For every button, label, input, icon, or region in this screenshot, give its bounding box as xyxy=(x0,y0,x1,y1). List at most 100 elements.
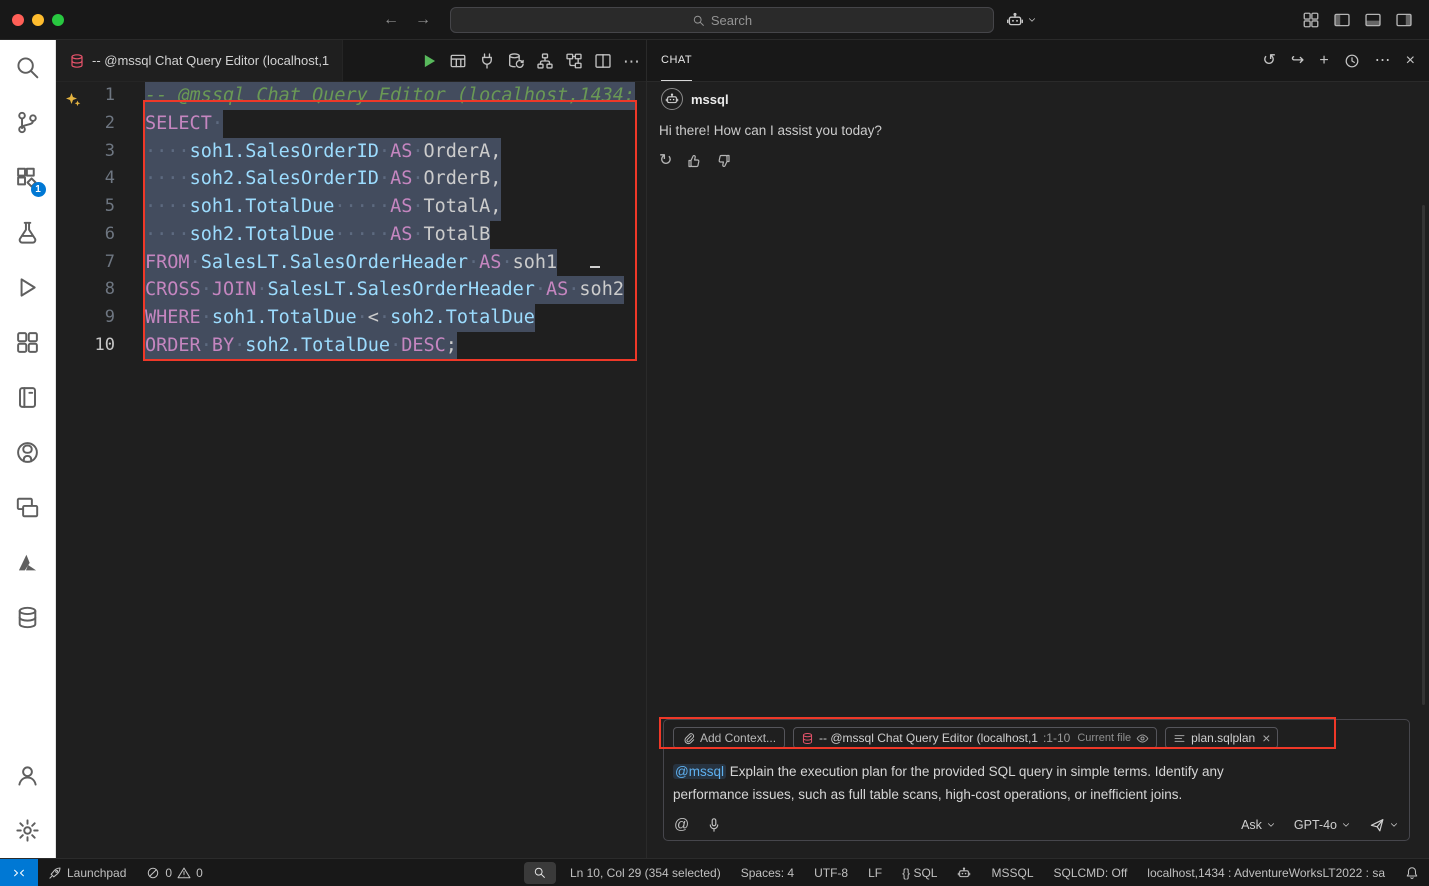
change-connection-icon[interactable] xyxy=(507,52,525,70)
activity-bar-item-notebook[interactable] xyxy=(4,370,52,425)
context-chip-editor[interactable]: -- @mssql Chat Query Editor (localhost,1… xyxy=(793,727,1157,749)
copilot-status[interactable] xyxy=(947,859,981,886)
query-plan-icon[interactable] xyxy=(565,52,583,70)
mode-dropdown[interactable]: Ask xyxy=(1241,818,1276,832)
activity-bar-item-account[interactable] xyxy=(4,748,52,803)
notebook-icon xyxy=(15,385,40,410)
code-line-9[interactable]: WHERE·soh1.TotalDue·<·soh2.TotalDue xyxy=(145,304,646,332)
undo-icon[interactable]: ↺ xyxy=(1263,53,1276,69)
close-panel-icon[interactable]: × xyxy=(1406,53,1415,69)
context-chip-status: Current file xyxy=(1077,732,1131,744)
prompt-text-line2: performance issues, such as full table s… xyxy=(673,787,1182,802)
code-line-4[interactable]: ····soh2.SalesOrderID·AS·OrderB, xyxy=(145,165,646,193)
indentation-status[interactable]: Spaces: 4 xyxy=(731,859,804,886)
context-chip-plan[interactable]: plan.sqlplan × xyxy=(1165,727,1278,749)
connection-status[interactable]: localhost,1434 : AdventureWorksLT2022 : … xyxy=(1137,859,1395,886)
tab-chat[interactable]: CHAT xyxy=(661,40,692,81)
encoding-status[interactable]: UTF-8 xyxy=(804,859,858,886)
close-window-button[interactable] xyxy=(12,14,24,26)
thumbs-down-icon[interactable] xyxy=(716,153,732,169)
rerun-icon[interactable]: ↻ xyxy=(659,153,672,169)
prompt-text-line1: Explain the execution plan for the provi… xyxy=(726,764,1224,779)
mssql-mention: @mssql xyxy=(673,764,726,779)
code-line-3[interactable]: ····soh1.SalesOrderID·AS·OrderA, xyxy=(145,138,646,166)
chat-input-text[interactable]: @mssql Explain the execution plan for th… xyxy=(673,760,1400,806)
toggle-secondary-sidebar-icon[interactable] xyxy=(1395,11,1413,29)
tab-title: -- @mssql Chat Query Editor (localhost,1 xyxy=(92,53,329,68)
chat-scrollbar[interactable] xyxy=(1422,205,1425,705)
schema-designer-icon[interactable] xyxy=(536,52,554,70)
cursor-position-status[interactable]: Ln 10, Col 29 (354 selected) xyxy=(560,859,731,886)
chevron-down-icon xyxy=(1027,15,1037,25)
connect-icon[interactable] xyxy=(478,52,496,70)
navigate-forward-icon[interactable]: → xyxy=(415,11,431,29)
eol-status[interactable]: LF xyxy=(858,859,892,886)
more-options-icon[interactable]: ⋯ xyxy=(1375,53,1391,69)
context-chip-label: -- @mssql Chat Query Editor (localhost,1 xyxy=(819,731,1038,745)
navigate-back-icon[interactable]: ← xyxy=(383,11,399,29)
code-line-10[interactable]: ORDER·BY·soh2.TotalDue·DESC; xyxy=(145,332,646,360)
remote-explorer-icon xyxy=(15,495,40,520)
language-mode-status[interactable]: {} SQL xyxy=(892,859,947,886)
remote-indicator[interactable] xyxy=(0,859,38,886)
activity-bar-item-search[interactable] xyxy=(4,40,52,95)
redo-icon[interactable]: ↪ xyxy=(1291,53,1304,69)
new-chat-icon[interactable]: + xyxy=(1319,53,1328,69)
eye-icon[interactable] xyxy=(1136,732,1149,745)
history-icon[interactable] xyxy=(1344,53,1360,69)
sqlcmd-status[interactable]: SQLCMD: Off xyxy=(1044,859,1138,886)
azure-icon xyxy=(15,550,40,575)
notifications-bell[interactable] xyxy=(1395,859,1429,886)
errors-icon xyxy=(146,866,160,880)
code-line-6[interactable]: ····soh2.TotalDue·····AS·TotalB xyxy=(145,221,646,249)
activity-bar-item-database[interactable] xyxy=(4,590,52,645)
activity-bar-item-settings[interactable] xyxy=(4,803,52,858)
activity-bar-item-azure[interactable] xyxy=(4,535,52,590)
activity-bar-item-remote-explorer[interactable] xyxy=(4,480,52,535)
message-text: Hi there! How can I assist you today? xyxy=(659,123,1417,138)
activity-bar-item-github[interactable] xyxy=(4,425,52,480)
show-results-icon[interactable] xyxy=(449,52,467,70)
code-editor[interactable]: 12345678910 -- @mssql Chat Query Editor … xyxy=(56,82,646,858)
warning-count: 0 xyxy=(196,866,203,880)
mssql-status[interactable]: MSSQL xyxy=(981,859,1043,886)
extensions-badge: 1 xyxy=(31,182,46,197)
mic-icon[interactable] xyxy=(706,817,722,833)
model-dropdown[interactable]: GPT-4o xyxy=(1294,818,1351,832)
run-query-button[interactable] xyxy=(420,52,438,70)
database-icon xyxy=(15,605,40,630)
copilot-menu-button[interactable] xyxy=(1006,0,1037,40)
code-line-2[interactable]: SELECT· xyxy=(145,110,646,138)
toggle-panel-icon[interactable] xyxy=(1364,11,1382,29)
activity-bar-item-testing[interactable] xyxy=(4,205,52,260)
customize-layout-icon[interactable] xyxy=(1302,11,1320,29)
copilot-icon xyxy=(1006,11,1024,29)
activity-bar-item-run-and-debug[interactable] xyxy=(4,260,52,315)
launchpad-button[interactable]: Launchpad xyxy=(38,859,136,886)
command-center-search[interactable]: Search xyxy=(450,7,994,33)
copilot-icon xyxy=(957,866,971,880)
activity-bar-item-source-control[interactable] xyxy=(4,95,52,150)
selected-text: ····soh2.TotalDue·····AS·TotalB xyxy=(145,221,490,249)
code-line-8[interactable]: CROSS·JOIN·SalesLT.SalesOrderHeader·AS·s… xyxy=(145,276,646,304)
remove-context-icon[interactable]: × xyxy=(1262,731,1270,745)
code-line-1[interactable]: -- @mssql Chat Query Editor (localhost,1… xyxy=(145,82,646,110)
thumbs-up-icon[interactable] xyxy=(686,153,702,169)
editor-tab[interactable]: -- @mssql Chat Query Editor (localhost,1 xyxy=(56,40,343,81)
split-editor-icon[interactable] xyxy=(594,52,612,70)
file-lines-icon xyxy=(1173,732,1186,745)
code-area: -- @mssql Chat Query Editor (localhost,1… xyxy=(145,82,646,360)
code-line-5[interactable]: ····soh1.TotalDue·····AS·TotalA, xyxy=(145,193,646,221)
more-actions-icon[interactable]: ⋯ xyxy=(623,53,640,70)
problems-button[interactable]: 0 0 xyxy=(136,859,212,886)
activity-bar-item-extensions[interactable]: 1 xyxy=(4,150,52,205)
toggle-sidebar-icon[interactable] xyxy=(1333,11,1351,29)
mention-picker-icon[interactable]: @ xyxy=(674,816,689,833)
minimize-window-button[interactable] xyxy=(32,14,44,26)
run-and-debug-icon xyxy=(15,275,40,300)
send-button[interactable] xyxy=(1369,817,1399,833)
add-context-button[interactable]: Add Context... xyxy=(673,727,785,749)
activity-bar-item-components[interactable] xyxy=(4,315,52,370)
maximize-window-button[interactable] xyxy=(52,14,64,26)
code-line-7[interactable]: FROM·SalesLT.SalesOrderHeader·AS·soh1 xyxy=(145,249,646,277)
